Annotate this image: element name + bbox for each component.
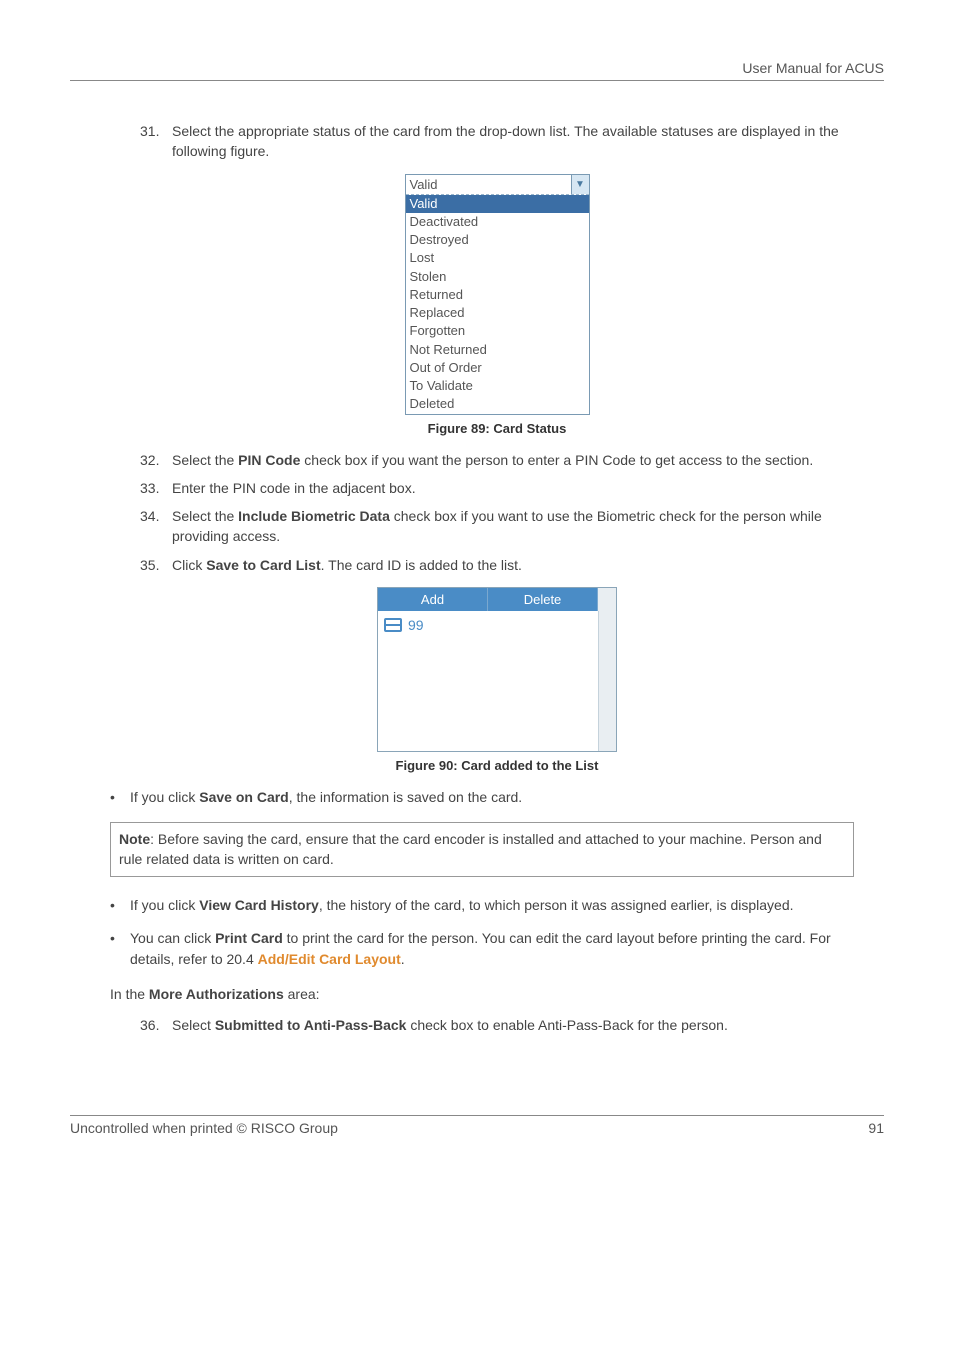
- step-number: 36.: [140, 1015, 172, 1035]
- step-36: 36. Select Submitted to Anti-Pass-Back c…: [140, 1015, 854, 1035]
- option-out-of-order[interactable]: Out of Order: [406, 359, 589, 377]
- card-list-panel: Add Delete 99: [377, 587, 617, 752]
- steps-list-b: 32. Select the PIN Code check box if you…: [140, 450, 854, 575]
- steps-list-a: 31. Select the appropriate status of the…: [140, 121, 854, 162]
- step-34: 34. Select the Include Biometric Data ch…: [140, 506, 854, 547]
- step-text: Select the PIN Code check box if you wan…: [172, 450, 854, 470]
- step-text: Click Save to Card List. The card ID is …: [172, 555, 854, 575]
- step-number: 35.: [140, 555, 172, 575]
- option-destroyed[interactable]: Destroyed: [406, 231, 589, 249]
- card-list-header: Add Delete: [378, 588, 616, 611]
- option-to-validate[interactable]: To Validate: [406, 377, 589, 395]
- footer-page-number: 91: [868, 1120, 884, 1136]
- step-number: 33.: [140, 478, 172, 498]
- option-replaced[interactable]: Replaced: [406, 304, 589, 322]
- bullet-list-b: • If you click View Card History, the hi…: [110, 895, 854, 970]
- scrollbar[interactable]: [598, 611, 616, 751]
- add-button[interactable]: Add: [378, 588, 488, 611]
- dropdown-display[interactable]: Valid ▼: [406, 175, 589, 195]
- step-text: Select the Include Biometric Data check …: [172, 506, 854, 547]
- option-returned[interactable]: Returned: [406, 286, 589, 304]
- bullet-view-history: • If you click View Card History, the hi…: [110, 895, 854, 916]
- scrollbar-head: [598, 588, 616, 611]
- bullet-text: If you click Save on Card, the informati…: [130, 787, 854, 808]
- option-lost[interactable]: Lost: [406, 249, 589, 267]
- option-deactivated[interactable]: Deactivated: [406, 213, 589, 231]
- bullet-save-on-card: • If you click Save on Card, the informa…: [110, 787, 854, 808]
- header-title: User Manual for ACUS: [742, 60, 884, 76]
- step-text: Select the appropriate status of the car…: [172, 121, 854, 162]
- bullet-icon: •: [110, 928, 130, 970]
- list-item[interactable]: 99: [384, 617, 592, 633]
- bullet-print-card: • You can click Print Card to print the …: [110, 928, 854, 970]
- step-text: Enter the PIN code in the adjacent box.: [172, 478, 854, 498]
- option-stolen[interactable]: Stolen: [406, 268, 589, 286]
- footer-left: Uncontrolled when printed © RISCO Group: [70, 1120, 338, 1136]
- dropdown-options[interactable]: Valid Deactivated Destroyed Lost Stolen …: [406, 195, 589, 414]
- step-31: 31. Select the appropriate status of the…: [140, 121, 854, 162]
- figure-89-wrap: Valid ▼ Valid Deactivated Destroyed Lost…: [140, 174, 854, 436]
- step-text: Select Submitted to Anti-Pass-Back check…: [172, 1015, 854, 1035]
- page-header: User Manual for ACUS: [70, 60, 884, 81]
- note-box: Note: Before saving the card, ensure tha…: [110, 822, 854, 877]
- option-valid[interactable]: Valid: [406, 195, 589, 213]
- bullet-list-a: • If you click Save on Card, the informa…: [110, 787, 854, 808]
- card-id: 99: [408, 617, 424, 633]
- card-list-items: 99: [378, 611, 598, 751]
- card-list-body: 99: [378, 611, 616, 751]
- status-dropdown[interactable]: Valid ▼ Valid Deactivated Destroyed Lost…: [405, 174, 590, 415]
- step-number: 31.: [140, 121, 172, 162]
- steps-list-c: 36. Select Submitted to Anti-Pass-Back c…: [140, 1015, 854, 1035]
- bullet-text: You can click Print Card to print the ca…: [130, 928, 854, 970]
- bullet-icon: •: [110, 895, 130, 916]
- more-authorizations-heading: In the More Authorizations area:: [110, 984, 854, 1005]
- step-32: 32. Select the PIN Code check box if you…: [140, 450, 854, 470]
- step-33: 33. Enter the PIN code in the adjacent b…: [140, 478, 854, 498]
- link-add-edit-card-layout[interactable]: Add/Edit Card Layout: [258, 951, 401, 967]
- delete-button[interactable]: Delete: [488, 588, 598, 611]
- option-not-returned[interactable]: Not Returned: [406, 341, 589, 359]
- figure-89-caption: Figure 89: Card Status: [140, 421, 854, 436]
- option-deleted[interactable]: Deleted: [406, 395, 589, 413]
- note-text: : Before saving the card, ensure that th…: [119, 831, 822, 867]
- option-forgotten[interactable]: Forgotten: [406, 322, 589, 340]
- chevron-down-icon[interactable]: ▼: [571, 175, 589, 194]
- figure-90-caption: Figure 90: Card added to the List: [140, 758, 854, 773]
- step-number: 34.: [140, 506, 172, 547]
- dropdown-selected-text: Valid: [406, 175, 571, 194]
- note-label: Note: [119, 831, 150, 847]
- bullet-icon: •: [110, 787, 130, 808]
- step-number: 32.: [140, 450, 172, 470]
- step-35: 35. Click Save to Card List. The card ID…: [140, 555, 854, 575]
- page-content: 31. Select the appropriate status of the…: [70, 121, 884, 1035]
- page-footer: Uncontrolled when printed © RISCO Group …: [70, 1115, 884, 1136]
- figure-90-wrap: Add Delete 99 Figure 90: Card added to t…: [140, 587, 854, 773]
- bullet-text: If you click View Card History, the hist…: [130, 895, 854, 916]
- card-icon: [384, 618, 402, 632]
